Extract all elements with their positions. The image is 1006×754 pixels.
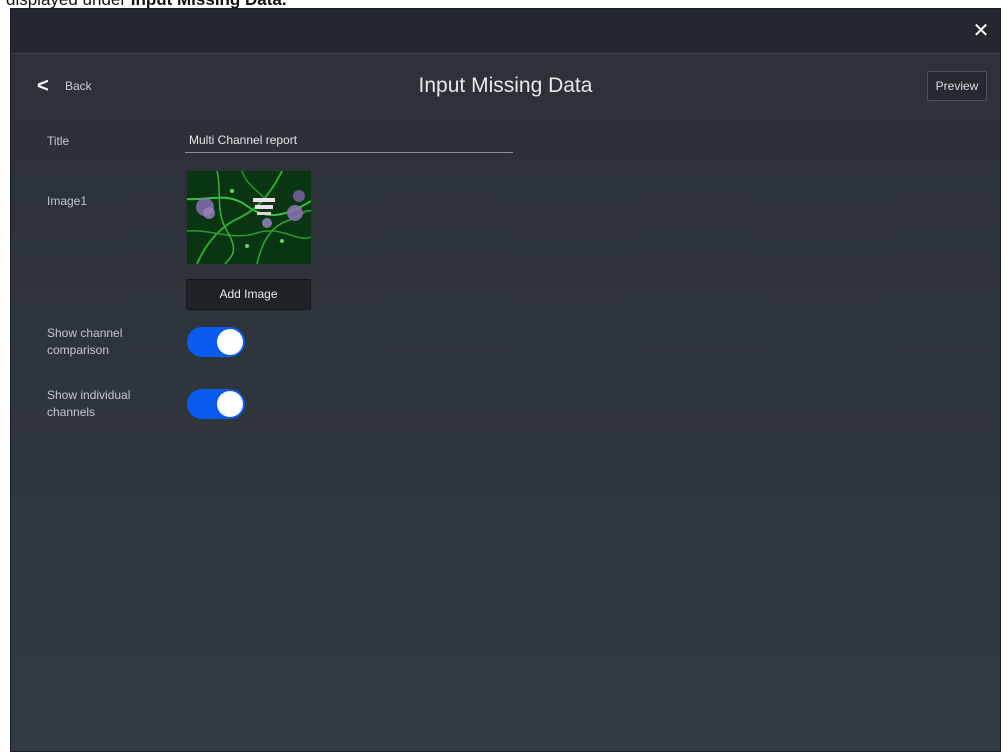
image1-thumbnail[interactable] (187, 171, 311, 264)
toggle-knob (217, 391, 243, 417)
title-input[interactable]: Multi Channel report (185, 131, 513, 153)
title-label: Title (47, 134, 70, 148)
page-title: Input Missing Data (418, 74, 593, 97)
channel-comparison-toggle[interactable] (187, 327, 245, 357)
input-missing-data-dialog: ✕ < Back Input Missing Data Preview Titl… (10, 8, 1001, 752)
channel-comparison-label: Show channel comparison (47, 326, 123, 357)
dialog-titlebar: ✕ (11, 9, 1000, 53)
individual-channels-toggle[interactable] (187, 389, 245, 419)
close-icon[interactable]: ✕ (968, 18, 994, 44)
individual-channels-label: Show individual channels (47, 388, 131, 419)
add-image-button[interactable]: Add Image (186, 279, 311, 310)
image1-label: Image1 (47, 194, 88, 208)
microscopy-image (187, 171, 311, 264)
toggle-knob (217, 329, 243, 355)
preview-button[interactable]: Preview (927, 71, 987, 101)
dialog-header: < Back Input Missing Data Preview (11, 53, 1000, 117)
